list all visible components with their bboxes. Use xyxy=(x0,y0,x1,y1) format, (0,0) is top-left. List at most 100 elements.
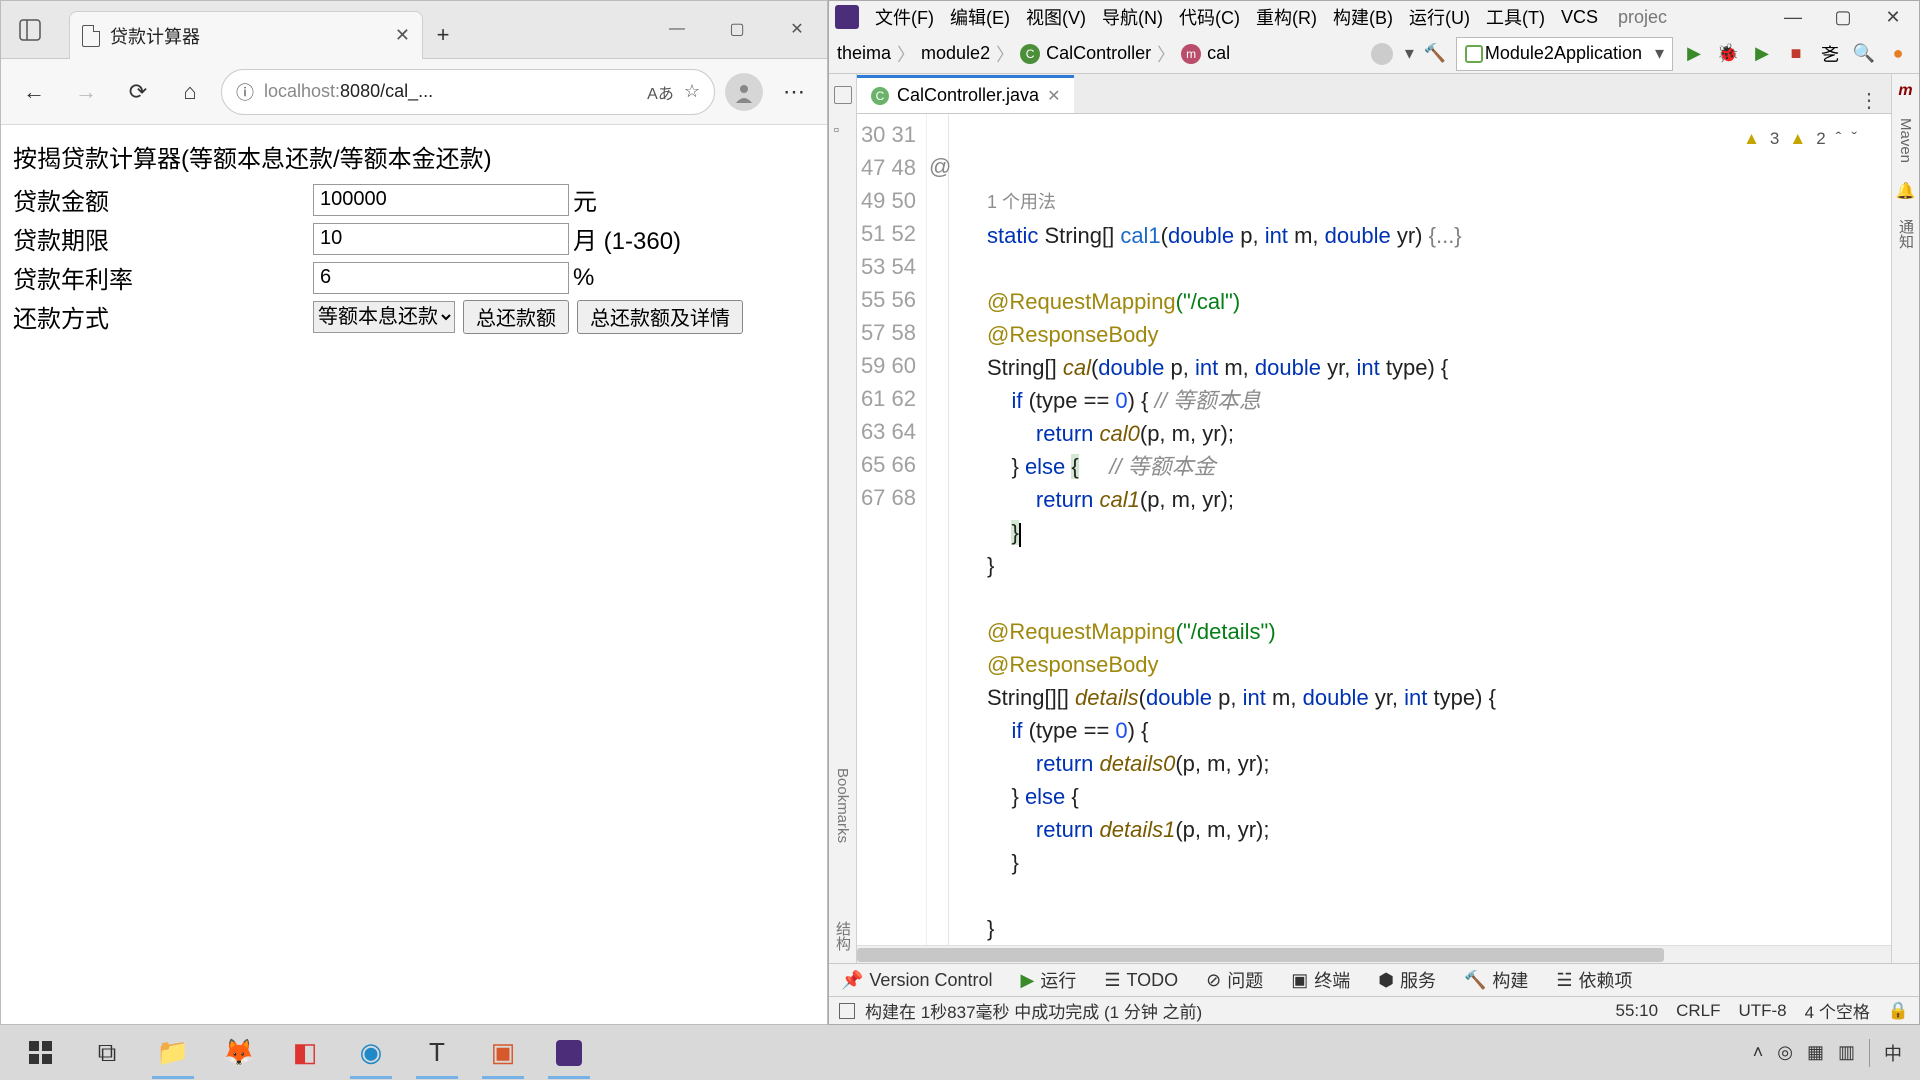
build-tool[interactable]: 🔨 构建 xyxy=(1464,967,1528,993)
editor-tabs: C CalController.java ✕ ⋮ xyxy=(857,74,1891,114)
home-button[interactable]: ⌂ xyxy=(169,71,211,113)
horizontal-scrollbar[interactable] xyxy=(857,945,1891,963)
run-config-selector[interactable]: Module2Application xyxy=(1456,37,1673,71)
info-icon[interactable]: ⓘ xyxy=(236,79,254,105)
bookmarks-tool[interactable]: Bookmarks xyxy=(834,768,851,843)
term-unit: 月 (1-360) xyxy=(573,221,681,256)
notifications-tool[interactable]: 通知 xyxy=(1895,219,1916,249)
editor-area: C CalController.java ✕ ⋮ ▲3 ▲2 ˆˇ 30 31 … xyxy=(857,74,1891,963)
code-with-me-icon[interactable] xyxy=(1371,43,1393,65)
menu-tools[interactable]: 工具(T) xyxy=(1480,2,1551,32)
version-control-tool[interactable]: 📌 Version Control xyxy=(841,970,993,991)
menu-view[interactable]: 视图(V) xyxy=(1020,2,1092,32)
menu-file[interactable]: 文件(F) xyxy=(869,2,940,32)
ime-indicator[interactable]: 中 xyxy=(1884,1040,1902,1066)
maximize-icon[interactable]: ▢ xyxy=(1831,7,1855,28)
file-encoding[interactable]: UTF-8 xyxy=(1738,1001,1786,1021)
project-tool-icon[interactable] xyxy=(834,86,852,104)
browser-tab[interactable]: 贷款计算器 ✕ xyxy=(69,11,423,59)
line-separator[interactable]: CRLF xyxy=(1676,1001,1720,1021)
menu-build[interactable]: 构建(B) xyxy=(1327,2,1399,32)
tray-icon[interactable]: ▥ xyxy=(1838,1042,1855,1063)
coverage-icon[interactable]: ▶ xyxy=(1749,41,1775,67)
vertical-tabs-icon[interactable] xyxy=(1,1,59,58)
run-tool[interactable]: ▶ 运行 xyxy=(1021,967,1077,993)
back-button[interactable]: ← xyxy=(13,71,55,113)
services-tool[interactable]: ⬢ 服务 xyxy=(1378,967,1436,993)
code-text[interactable]: 1 个用法 static String[] cal1(double p, int… xyxy=(949,114,1891,945)
caret-position[interactable]: 55:10 xyxy=(1616,1001,1659,1021)
status-widget-icon[interactable] xyxy=(839,1003,855,1019)
firefox-icon[interactable]: 🦊 xyxy=(206,1027,272,1079)
term-input[interactable] xyxy=(313,223,569,255)
run-icon[interactable]: ▶ xyxy=(1681,41,1707,67)
maven-tool[interactable]: Maven xyxy=(1897,118,1914,163)
url-bar[interactable]: ⓘ localhost:8080/cal_... Aあ ☆ xyxy=(221,69,715,115)
forward-button[interactable]: → xyxy=(65,71,107,113)
more-icon[interactable]: ⋯ xyxy=(773,71,815,113)
total-button[interactable]: 总还款额 xyxy=(463,300,569,334)
ide-window: 文件(F) 编辑(E) 视图(V) 导航(N) 代码(C) 重构(R) 构建(B… xyxy=(828,0,1920,1025)
readonly-lock-icon[interactable]: 🔒 xyxy=(1888,1001,1909,1021)
method-select[interactable]: 等额本息还款 xyxy=(313,301,455,333)
obs-tray-icon[interactable]: ◎ xyxy=(1777,1042,1793,1063)
start-button[interactable] xyxy=(8,1027,74,1079)
terminal-tool[interactable]: ▣ 终端 xyxy=(1291,967,1350,993)
menu-run[interactable]: 运行(U) xyxy=(1403,2,1476,32)
editor-tab[interactable]: C CalController.java ✕ xyxy=(857,75,1074,113)
intellij-icon xyxy=(835,5,859,29)
task-view-icon[interactable]: ⧉ xyxy=(74,1027,140,1079)
ide-statusbar: 构建在 1秒837毫秒 中成功完成 (1 分钟 之前) 55:10 CRLF U… xyxy=(829,996,1919,1024)
text-app-icon[interactable]: T xyxy=(404,1027,470,1079)
minimize-icon[interactable]: — xyxy=(1781,7,1805,28)
tray-icon[interactable]: ▦ xyxy=(1807,1042,1824,1063)
menu-refactor[interactable]: 重构(R) xyxy=(1250,2,1323,32)
maven-icon[interactable]: m xyxy=(1898,82,1912,100)
stop-icon[interactable]: ■ xyxy=(1783,41,1809,67)
bell-icon[interactable]: 🔔 xyxy=(1896,181,1916,201)
minimize-icon[interactable]: — xyxy=(647,1,707,57)
rate-input[interactable] xyxy=(313,262,569,294)
debug-icon[interactable]: 🐞 xyxy=(1715,41,1741,67)
breadcrumb-item[interactable]: CalController xyxy=(1046,43,1151,64)
amount-input[interactable] xyxy=(313,184,569,216)
menu-code[interactable]: 代码(C) xyxy=(1173,2,1246,32)
problems-tool[interactable]: ⊘ 问题 xyxy=(1206,967,1263,993)
dependencies-tool[interactable]: ☱ 依赖项 xyxy=(1556,967,1632,993)
indent-setting[interactable]: 4 个空格 xyxy=(1805,998,1870,1023)
menu-vcs[interactable]: VCS xyxy=(1555,5,1604,30)
structure-tool-icon[interactable]: ▫ xyxy=(834,122,852,140)
tab-more-icon[interactable]: ⋮ xyxy=(1847,88,1891,113)
menu-navigate[interactable]: 导航(N) xyxy=(1096,2,1169,32)
favorite-icon[interactable]: ☆ xyxy=(684,81,700,102)
refresh-button[interactable]: ⟳ xyxy=(117,71,159,113)
todo-tool[interactable]: ☰ TODO xyxy=(1104,970,1178,991)
profile-avatar[interactable] xyxy=(725,73,763,111)
close-icon[interactable]: ✕ xyxy=(1881,7,1905,28)
new-tab-button[interactable]: + xyxy=(423,11,463,58)
update-icon[interactable]: ● xyxy=(1885,41,1911,67)
edge-icon[interactable]: ◉ xyxy=(338,1027,404,1079)
office-icon[interactable]: ◧ xyxy=(272,1027,338,1079)
breadcrumb-item[interactable]: cal xyxy=(1207,43,1230,64)
structure-tool[interactable]: 结构 xyxy=(832,921,853,951)
translate-icon[interactable]: 㐎 xyxy=(1817,41,1843,67)
code-editor[interactable]: ▲3 ▲2 ˆˇ 30 31 47 48 49 50 51 52 53 54 5… xyxy=(857,114,1891,945)
search-icon[interactable]: 🔍 xyxy=(1851,41,1877,67)
powerpoint-icon[interactable]: ▣ xyxy=(470,1027,536,1079)
breadcrumb-item[interactable]: module2 xyxy=(921,43,990,64)
close-icon[interactable]: ✕ xyxy=(767,1,827,57)
menu-edit[interactable]: 编辑(E) xyxy=(944,2,1016,32)
intellij-taskbar-icon[interactable] xyxy=(536,1027,602,1079)
close-icon[interactable]: ✕ xyxy=(395,25,410,46)
explorer-icon[interactable]: 📁 xyxy=(140,1027,206,1079)
system-tray: ˄ ◎ ▦ ▥ 中 xyxy=(1753,1039,1912,1067)
reader-icon[interactable]: Aあ xyxy=(647,80,674,104)
project-name[interactable]: projec xyxy=(1612,7,1673,28)
maximize-icon[interactable]: ▢ xyxy=(707,1,767,57)
build-icon[interactable]: 🔨 xyxy=(1422,41,1448,67)
close-icon[interactable]: ✕ xyxy=(1047,86,1060,106)
breadcrumb-item[interactable]: theima xyxy=(837,43,891,64)
chevron-up-icon[interactable]: ˄ xyxy=(1753,1042,1764,1063)
details-button[interactable]: 总还款额及详情 xyxy=(577,300,743,334)
